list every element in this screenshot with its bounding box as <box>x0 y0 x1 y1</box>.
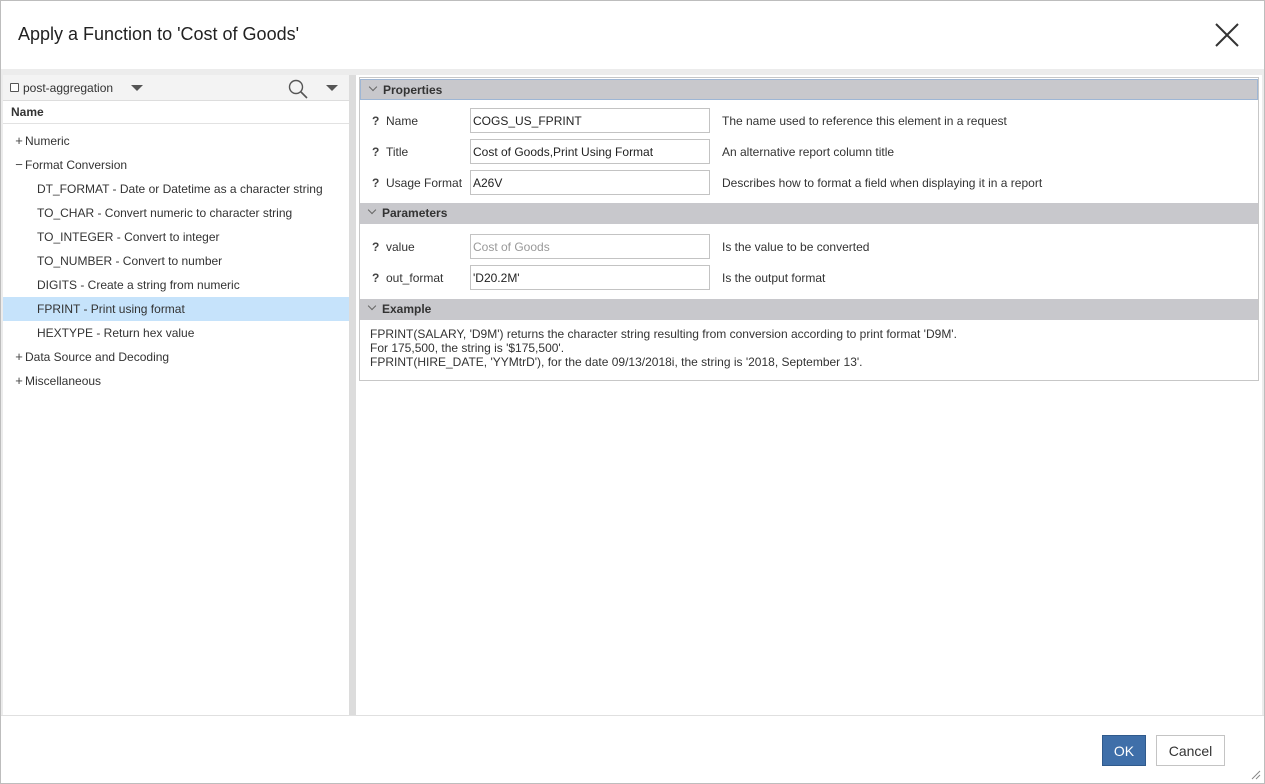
value-input <box>470 234 710 259</box>
tree-item[interactable]: + Data Source and Decoding <box>3 345 349 369</box>
tree-item-label: TO_CHAR - Convert numeric to character s… <box>37 206 293 220</box>
example-line: FPRINT(SALARY, 'D9M') returns the charac… <box>370 327 957 341</box>
tree-item[interactable]: HEXTYPE - Return hex value <box>3 321 349 345</box>
header-divider <box>3 123 349 124</box>
parameter-description: Is the output format <box>722 271 826 285</box>
cancel-button[interactable]: Cancel <box>1156 735 1225 766</box>
function-tree: + Numeric − Format Conversion DT_FORMAT - Da… <box>3 129 349 393</box>
properties-section-header[interactable]: Properties <box>360 79 1258 100</box>
help-icon[interactable]: ? <box>372 176 379 190</box>
collapse-icon[interactable]: − <box>13 153 25 177</box>
parameters-section-header[interactable]: Parameters <box>360 203 1258 224</box>
tree-item[interactable]: TO_CHAR - Convert numeric to character s… <box>3 201 349 225</box>
expand-icon[interactable]: + <box>13 369 25 393</box>
search-icon[interactable] <box>287 78 309 100</box>
usage-format-input[interactable] <box>470 170 710 195</box>
tree-item[interactable]: DIGITS - Create a string from numeric <box>3 273 349 297</box>
tree-item[interactable]: TO_INTEGER - Convert to integer <box>3 225 349 249</box>
tree-item-label: Format Conversion <box>25 158 128 172</box>
properties-panel: Properties ? Name The name used to refer… <box>356 75 1262 715</box>
parameter-description: Is the value to be converted <box>722 240 870 254</box>
property-description: The name used to reference this element … <box>722 114 1007 128</box>
property-row-usage-format: ? Usage Format Describes how to format a… <box>360 170 1258 196</box>
property-label: Usage Format <box>386 176 463 190</box>
dialog-body: post-aggregation Name + Numeric − Format Co… <box>1 69 1264 715</box>
help-icon[interactable]: ? <box>372 145 379 159</box>
chevron-down-icon <box>367 205 377 215</box>
function-tree-panel: post-aggregation Name + Numeric − Format Co… <box>3 75 349 715</box>
panel-splitter[interactable] <box>349 75 356 715</box>
help-icon[interactable]: ? <box>372 240 379 254</box>
ok-button[interactable]: OK <box>1102 735 1146 766</box>
dialog-title: Apply a Function to 'Cost of Goods' <box>18 24 300 44</box>
tree-item[interactable]: FPRINT - Print using format <box>3 297 349 321</box>
parameter-label: out_format <box>386 271 444 285</box>
tree-item-label: DT_FORMAT - Date or Datetime as a charac… <box>37 182 323 196</box>
parameter-row-out-format: ? out_format Is the output format <box>360 265 1258 291</box>
example-line: For 175,500, the string is '$175,500'. <box>370 341 565 355</box>
tree-item[interactable]: − Format Conversion <box>3 153 349 177</box>
apply-function-dialog: Apply a Function to 'Cost of Goods' post… <box>0 0 1265 784</box>
chevron-down-icon <box>368 82 378 92</box>
tree-item-label: TO_NUMBER - Convert to number <box>37 254 223 268</box>
help-icon[interactable]: ? <box>372 114 379 128</box>
close-icon[interactable] <box>1211 19 1243 51</box>
name-column-header: Name <box>11 105 44 119</box>
tree-item[interactable]: + Miscellaneous <box>3 369 349 393</box>
tree-toolbar: post-aggregation <box>3 75 349 101</box>
tree-item[interactable]: + Numeric <box>3 129 349 153</box>
tree-item-label: FPRINT - Print using format <box>37 302 185 316</box>
title-input[interactable] <box>470 139 710 164</box>
tree-item-label: Data Source and Decoding <box>25 350 170 364</box>
name-input[interactable] <box>470 108 710 133</box>
tree-item-label: TO_INTEGER - Convert to integer <box>37 230 220 244</box>
property-description: Describes how to format a field when dis… <box>722 176 1043 190</box>
example-section-header[interactable]: Example <box>360 299 1258 320</box>
expand-icon[interactable]: + <box>13 129 25 153</box>
example-line: FPRINT(HIRE_DATE, 'YYMtrD'), for the dat… <box>370 355 863 369</box>
out-format-input[interactable] <box>470 265 710 290</box>
tree-item-label: DIGITS - Create a string from numeric <box>37 278 240 292</box>
dialog-footer: OK Cancel <box>1 715 1264 783</box>
post-aggregation-checkbox[interactable] <box>10 83 19 92</box>
parameter-label: value <box>386 240 415 254</box>
tree-item-label: Numeric <box>25 134 70 148</box>
tree-item-label: HEXTYPE - Return hex value <box>37 326 195 340</box>
parameter-row-value: ? value Is the value to be converted <box>360 234 1258 260</box>
tree-item-label: Miscellaneous <box>25 374 102 388</box>
mode-label: post-aggregation <box>23 81 114 95</box>
properties-section-title: Properties <box>383 83 443 97</box>
chevron-down-icon <box>367 301 377 311</box>
options-dropdown-icon[interactable] <box>326 85 338 91</box>
tree-item[interactable]: DT_FORMAT - Date or Datetime as a charac… <box>3 177 349 201</box>
mode-dropdown-icon[interactable] <box>131 85 143 91</box>
property-label: Title <box>386 145 409 159</box>
tree-item[interactable]: TO_NUMBER - Convert to number <box>3 249 349 273</box>
property-label: Name <box>386 114 419 128</box>
resize-grip-icon[interactable] <box>1249 767 1261 780</box>
dialog-header: Apply a Function to 'Cost of Goods' <box>1 1 1264 69</box>
property-description: An alternative report column title <box>722 145 895 159</box>
parameters-section-title: Parameters <box>382 206 448 220</box>
help-icon[interactable]: ? <box>372 271 379 285</box>
property-row-name: ? Name The name used to reference this e… <box>360 108 1258 134</box>
example-text: FPRINT(SALARY, 'D9M') returns the charac… <box>370 327 957 369</box>
property-row-title: ? Title An alternative report column tit… <box>360 139 1258 165</box>
property-sheet: Properties ? Name The name used to refer… <box>359 77 1259 381</box>
example-section-title: Example <box>382 302 432 316</box>
expand-icon[interactable]: + <box>13 345 25 369</box>
